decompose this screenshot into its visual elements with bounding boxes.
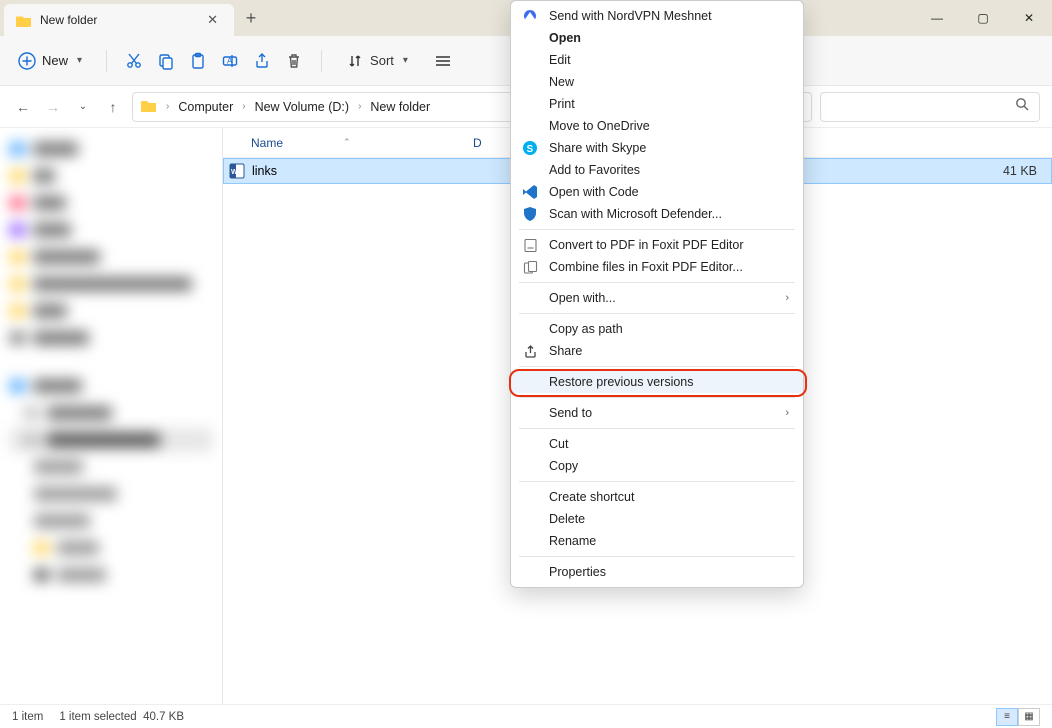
window-tab[interactable]: New folder ✕: [4, 4, 234, 36]
context-menu-item[interactable]: New: [511, 71, 803, 93]
context-menu-item[interactable]: Open with Code: [511, 181, 803, 203]
thumbnails-view-button[interactable]: ▦: [1018, 708, 1040, 726]
copy-icon[interactable]: [157, 52, 175, 70]
context-menu-item[interactable]: Cut: [511, 433, 803, 455]
view-icon[interactable]: [434, 52, 452, 70]
view-toggle[interactable]: ≡ ▦: [996, 708, 1040, 726]
new-tab-button[interactable]: +: [234, 0, 268, 36]
new-button[interactable]: New ▾: [12, 48, 88, 74]
chevron-right-icon: ›: [163, 101, 172, 112]
folder-icon: [16, 12, 32, 28]
tab-close-button[interactable]: ✕: [203, 12, 222, 28]
rename-icon[interactable]: A: [221, 52, 239, 70]
crumb-folder[interactable]: New folder: [370, 100, 430, 114]
context-menu-item[interactable]: Scan with Microsoft Defender...: [511, 203, 803, 225]
context-menu-item[interactable]: Combine files in Foxit PDF Editor...: [511, 256, 803, 278]
item-count: 1 item: [12, 711, 43, 723]
chevron-down-icon: ▾: [77, 55, 82, 66]
context-menu-item[interactable]: Open with...›: [511, 287, 803, 309]
combine-icon: [521, 258, 539, 276]
word-document-icon: W: [228, 162, 246, 180]
context-menu-item[interactable]: Open: [511, 27, 803, 49]
context-menu-item[interactable]: Copy: [511, 455, 803, 477]
chevron-right-icon: ›: [239, 101, 248, 112]
navigation-pane[interactable]: Pictures Abc Music Videos Computerxx JS …: [0, 128, 223, 704]
sort-ascending-icon: ⌃: [343, 137, 351, 148]
context-menu-item[interactable]: Restore previous versions: [511, 371, 803, 393]
context-menu-item[interactable]: Send with NordVPN Meshnet: [511, 5, 803, 27]
tab-title: New folder: [40, 13, 195, 27]
context-menu-item[interactable]: Convert to PDF in Foxit PDF Editor: [511, 234, 803, 256]
up-button[interactable]: ↑: [102, 99, 124, 115]
forward-button[interactable]: →: [42, 99, 64, 115]
paste-icon[interactable]: [189, 52, 207, 70]
chevron-down-icon: ▾: [403, 55, 408, 66]
svg-text:W: W: [231, 169, 238, 176]
maximize-button[interactable]: ▢: [960, 0, 1006, 36]
context-menu: Send with NordVPN MeshnetOpenEditNewPrin…: [510, 0, 804, 588]
context-menu-item[interactable]: Edit: [511, 49, 803, 71]
share-icon: [521, 342, 539, 360]
minimize-button[interactable]: —: [914, 0, 960, 36]
sort-button[interactable]: Sort ▾: [340, 48, 414, 74]
file-size: 41 KB: [1003, 164, 1051, 178]
delete-icon[interactable]: [285, 52, 303, 70]
context-menu-item[interactable]: Add to Favorites: [511, 159, 803, 181]
context-menu-item[interactable]: Send to›: [511, 402, 803, 424]
cut-icon[interactable]: [125, 52, 143, 70]
submenu-arrow-icon: ›: [785, 292, 789, 304]
details-view-button[interactable]: ≡: [996, 708, 1018, 726]
context-menu-item[interactable]: Delete: [511, 508, 803, 530]
file-name: links: [252, 164, 277, 178]
context-menu-item[interactable]: Share: [511, 340, 803, 362]
share-icon[interactable]: [253, 52, 271, 70]
context-menu-item[interactable]: Properties: [511, 561, 803, 583]
chevron-right-icon: ›: [355, 101, 364, 112]
search-icon: [1015, 97, 1029, 116]
skype-icon: S: [521, 139, 539, 157]
column-name[interactable]: Name: [251, 136, 283, 150]
crumb-computer[interactable]: Computer: [178, 100, 233, 114]
selection-info: 1 item selected 40.7 KB: [59, 711, 184, 723]
close-button[interactable]: ✕: [1006, 0, 1052, 36]
search-input[interactable]: [820, 92, 1040, 122]
context-menu-item[interactable]: SShare with Skype: [511, 137, 803, 159]
context-menu-item[interactable]: Print: [511, 93, 803, 115]
nordvpn-icon: [521, 7, 539, 25]
context-menu-item[interactable]: Move to OneDrive: [511, 115, 803, 137]
submenu-arrow-icon: ›: [785, 407, 789, 419]
status-bar: 1 item 1 item selected 40.7 KB ≡ ▦: [0, 704, 1052, 728]
context-menu-item[interactable]: Create shortcut: [511, 486, 803, 508]
back-button[interactable]: ←: [12, 99, 34, 115]
recent-locations-button[interactable]: ⌄: [72, 101, 94, 112]
sort-icon: [346, 52, 364, 70]
svg-text:S: S: [527, 144, 534, 155]
vscode-icon: [521, 183, 539, 201]
context-menu-item[interactable]: Copy as path: [511, 318, 803, 340]
defender-icon: [521, 205, 539, 223]
context-menu-item[interactable]: Rename: [511, 530, 803, 552]
pdf-icon: [521, 236, 539, 254]
crumb-volume[interactable]: New Volume (D:): [255, 100, 349, 114]
plus-circle-icon: [18, 52, 36, 70]
folder-icon: [141, 99, 157, 115]
